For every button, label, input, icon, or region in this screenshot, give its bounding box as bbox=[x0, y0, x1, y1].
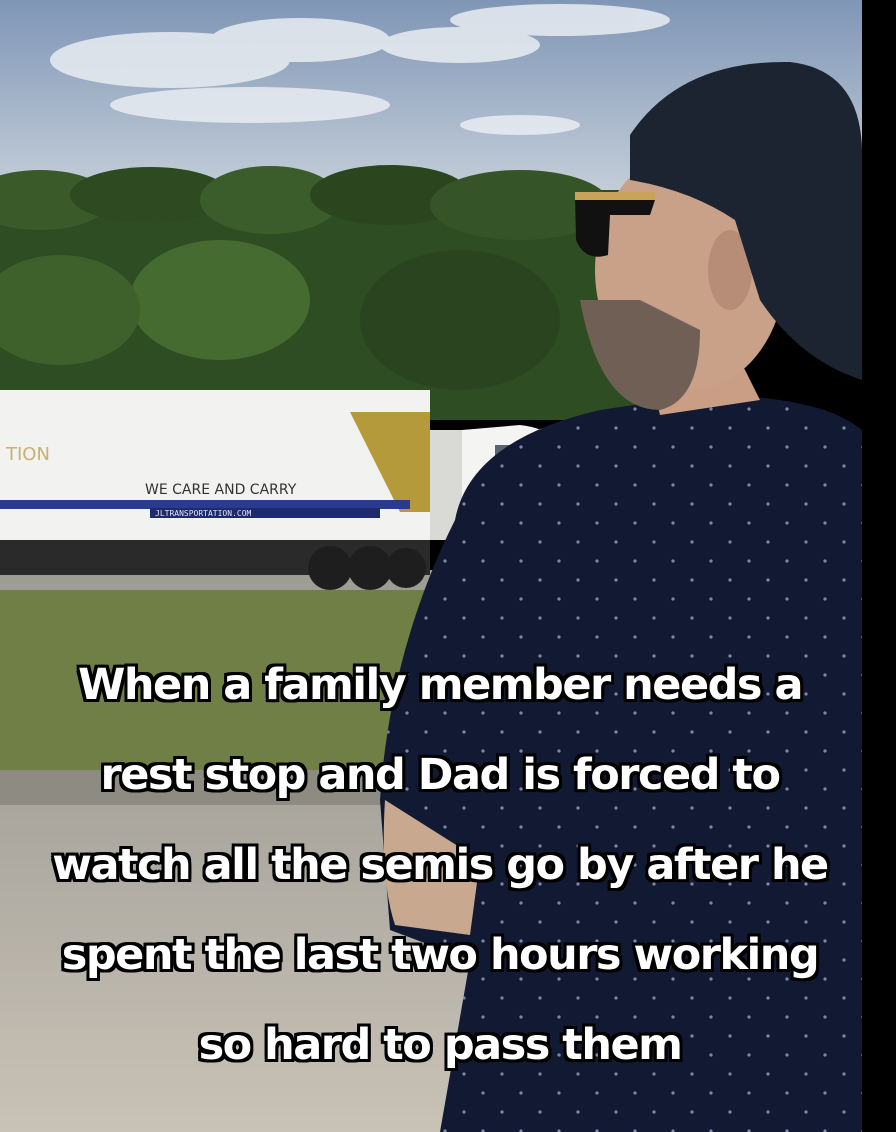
trailer-text-left: TION bbox=[5, 444, 50, 465]
letterbox-bar bbox=[862, 0, 896, 1132]
tree-line bbox=[0, 165, 640, 420]
trailer-url: JLTRANSPORTATION.COM bbox=[155, 509, 252, 518]
meme-caption: When a family member needs a rest stop a… bbox=[20, 640, 860, 1090]
caption-line-5: so hard to pass them bbox=[198, 1020, 683, 1070]
caption-line-2: rest stop and Dad is forced to bbox=[100, 750, 781, 800]
caption-line-4: spent the last two hours working bbox=[61, 930, 820, 980]
video-frame: TION WE CARE AND CARRY JLTRANSPORTATION.… bbox=[0, 0, 896, 1132]
caption-line-1: When a family member needs a bbox=[78, 660, 803, 710]
caption-line-3: watch all the semis go by after he bbox=[52, 840, 829, 890]
trailer-slogan: WE CARE AND CARRY bbox=[145, 482, 297, 498]
